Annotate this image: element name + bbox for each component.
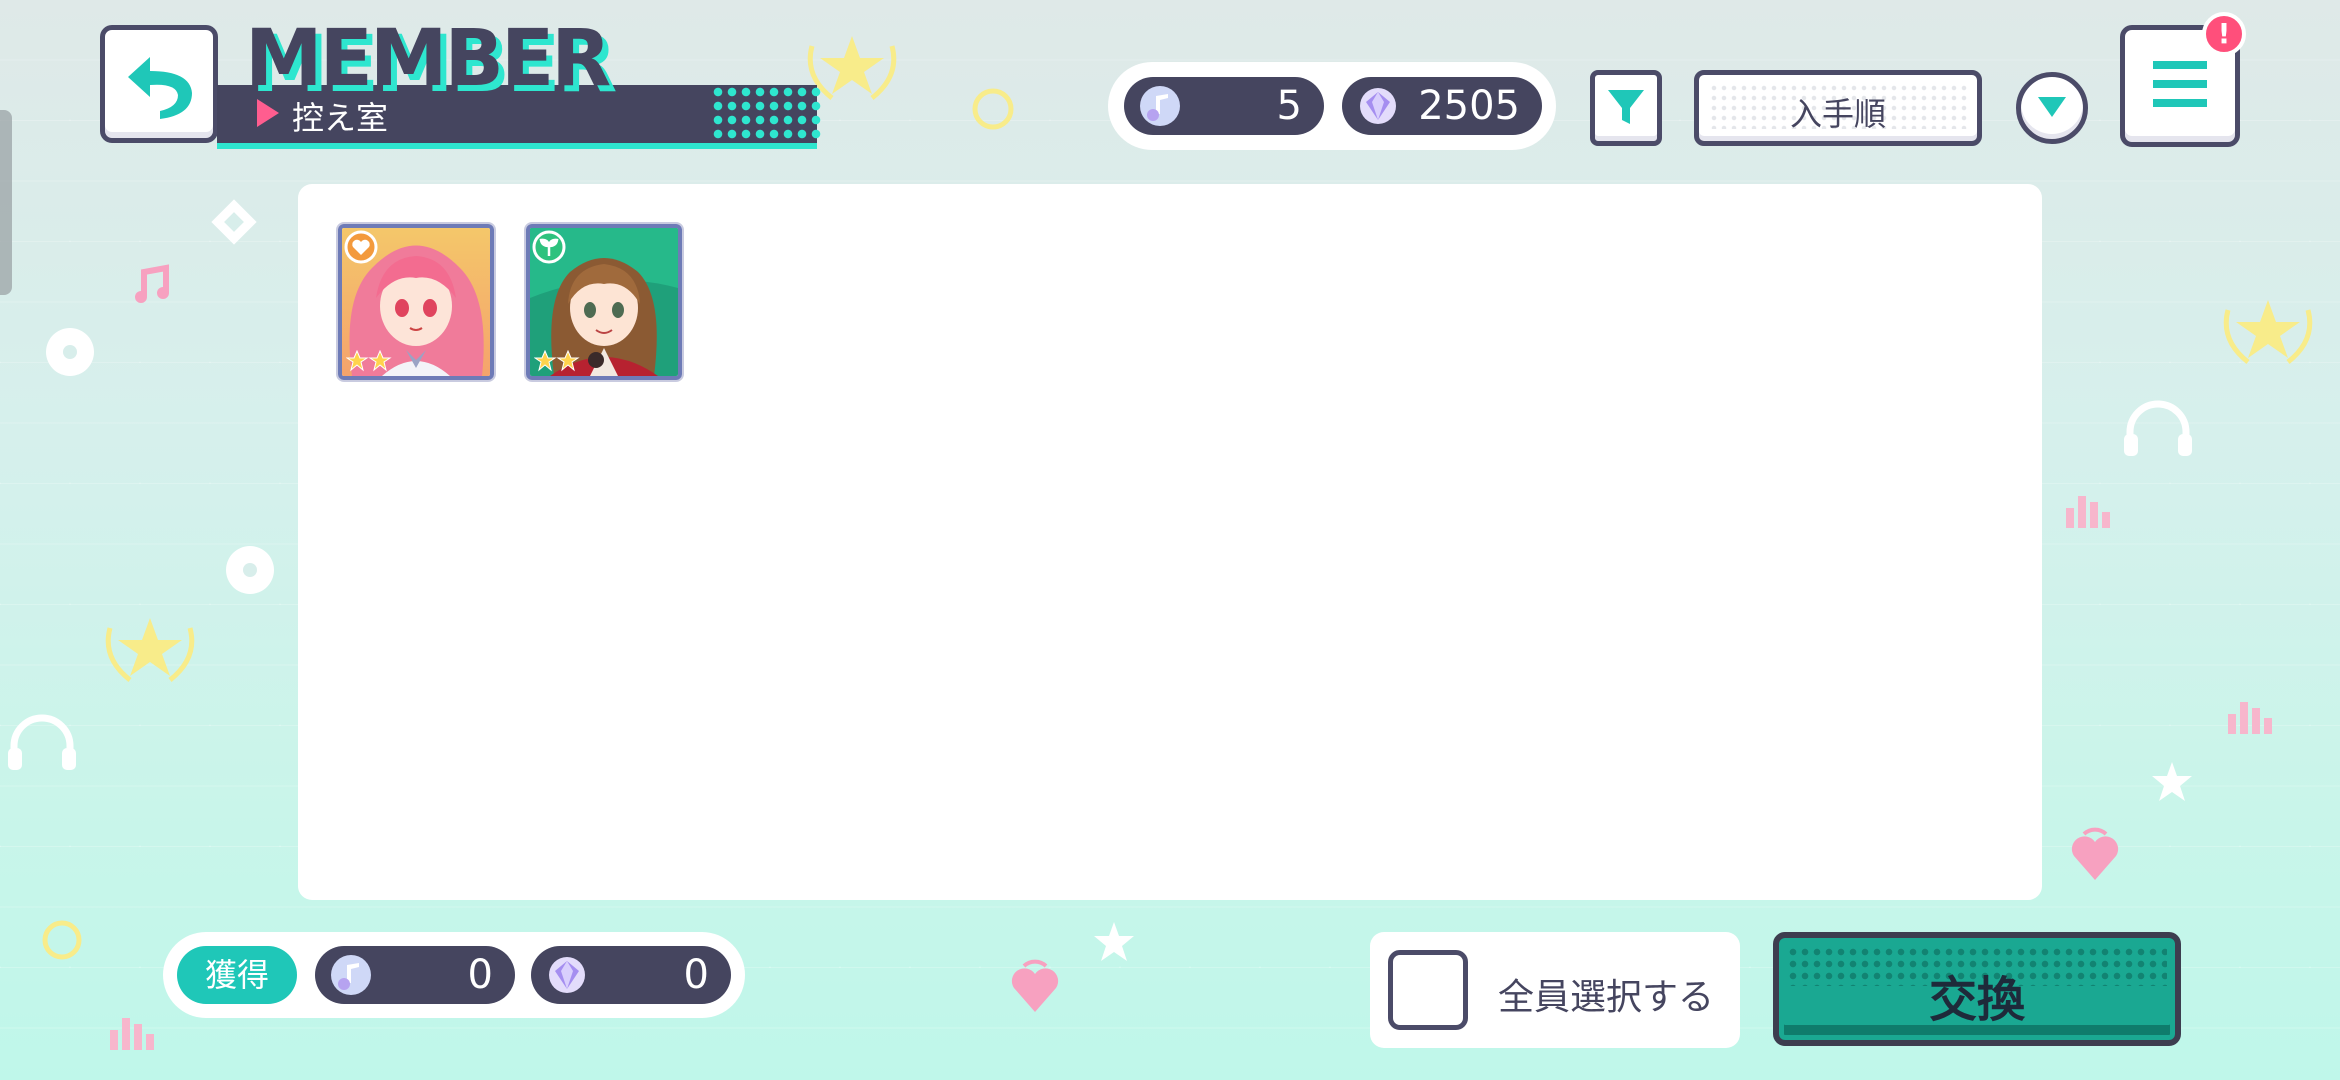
sort-select-label: 入手順 bbox=[1789, 95, 1886, 133]
earn-gem-value: 0 bbox=[683, 952, 709, 998]
member-card-1[interactable] bbox=[338, 224, 494, 380]
select-all-checkbox[interactable] bbox=[1388, 950, 1468, 1030]
star-laurel-deco-icon-3 bbox=[2218, 290, 2318, 370]
disc-deco-icon-2 bbox=[224, 544, 276, 596]
gem-currency-pill: 2505 bbox=[1342, 77, 1542, 135]
star-deco-icon-2 bbox=[1092, 920, 1136, 964]
disc-deco-icon bbox=[44, 326, 96, 378]
side-drawer-handle[interactable] bbox=[0, 110, 12, 295]
screen-title: MEMBER bbox=[245, 14, 611, 104]
earn-gem-pill: 0 bbox=[531, 946, 731, 1004]
sort-order-button[interactable] bbox=[2016, 72, 2088, 144]
note-currency-pill: 5 bbox=[1124, 77, 1324, 135]
heart-deco-icon-2 bbox=[1010, 956, 1060, 1016]
exchange-button-label: 交換 bbox=[1928, 972, 2025, 1028]
earn-panel: 獲得 0 0 bbox=[163, 932, 745, 1018]
triangle-down-icon bbox=[2034, 87, 2070, 125]
diamond-deco-icon bbox=[208, 196, 260, 248]
back-arrow-icon bbox=[120, 43, 198, 125]
earn-note-pill: 0 bbox=[315, 946, 515, 1004]
equalizer-deco-icon-2 bbox=[2226, 694, 2276, 734]
headphone-deco-icon bbox=[4, 714, 80, 774]
currency-panel: 5 2505 bbox=[1108, 62, 1556, 150]
headphone-deco-icon-2 bbox=[2120, 400, 2196, 460]
select-all-control[interactable]: 全員選択する bbox=[1370, 932, 1740, 1048]
earn-note-value: 0 bbox=[467, 952, 493, 998]
music-note-crystal-icon-2 bbox=[329, 953, 373, 1001]
filter-button[interactable] bbox=[1590, 70, 1662, 146]
notification-badge: ! bbox=[2202, 12, 2246, 56]
star-deco-icon bbox=[2150, 760, 2194, 804]
rarity-stars bbox=[346, 350, 396, 372]
member-card-2[interactable] bbox=[526, 224, 682, 380]
note-currency-value: 5 bbox=[1276, 83, 1302, 129]
heart-attribute-icon bbox=[344, 230, 378, 264]
heart-deco-icon bbox=[2070, 824, 2120, 884]
music-note-crystal-icon bbox=[1138, 84, 1182, 132]
leaf-attribute-icon bbox=[532, 230, 566, 264]
filter-funnel-icon bbox=[1604, 84, 1648, 132]
member-list-panel bbox=[298, 184, 2042, 900]
sort-select[interactable]: 入手順 bbox=[1694, 70, 1982, 146]
hamburger-menu-icon bbox=[2151, 59, 2209, 113]
music-note-deco-icon bbox=[130, 262, 176, 308]
rarity-stars-2 bbox=[534, 350, 584, 372]
halftone-decoration bbox=[711, 85, 821, 143]
crystal-gem-icon bbox=[1356, 84, 1400, 132]
select-all-label: 全員選択する bbox=[1498, 977, 1715, 1018]
ring-deco-icon-2 bbox=[970, 86, 1016, 132]
crystal-gem-icon-2 bbox=[545, 953, 589, 1001]
equalizer-deco-icon bbox=[2064, 488, 2114, 528]
exchange-button[interactable]: 交換 bbox=[1773, 932, 2181, 1046]
earn-label: 獲得 bbox=[177, 946, 297, 1004]
equalizer-deco-icon-3 bbox=[108, 1010, 158, 1050]
ring-deco-icon bbox=[40, 918, 84, 962]
back-button[interactable] bbox=[100, 25, 218, 143]
star-laurel-deco-icon bbox=[100, 608, 200, 688]
gem-currency-value: 2505 bbox=[1418, 83, 1520, 129]
